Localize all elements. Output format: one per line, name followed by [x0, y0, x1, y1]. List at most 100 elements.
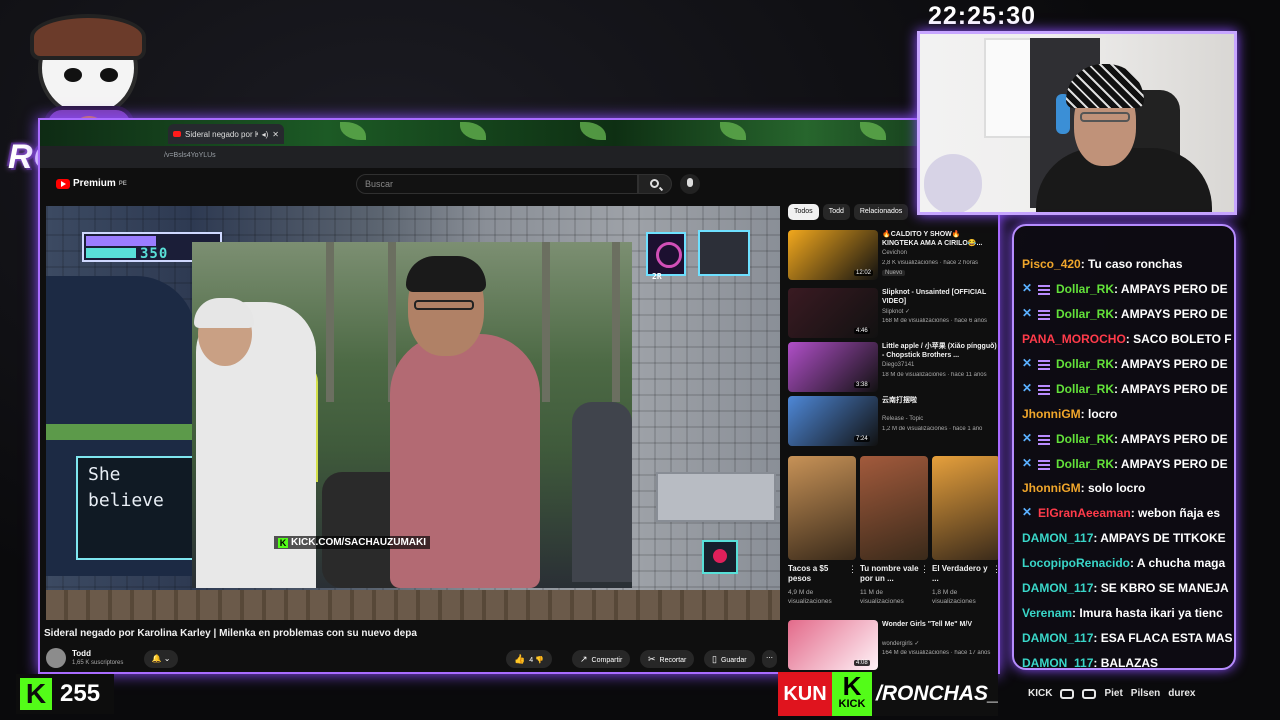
browser-tab[interactable]: Sideral negado por Karolina ◂) ✕	[168, 124, 284, 144]
channel-avatar[interactable]	[46, 648, 66, 668]
chat-username[interactable]: PANA_MOROCHO	[1022, 332, 1126, 346]
short-item[interactable]: Tu nombre vale por un ... ⋮ 11 M de visual…	[860, 456, 930, 612]
notification-bell-button[interactable]: 🔔 ⌄	[144, 650, 178, 668]
share-button[interactable]: ↗ Compartir	[572, 650, 631, 668]
youtube-logo[interactable]: Premium PE	[56, 178, 127, 189]
short-item[interactable]: El Verdadero y ... ⋮ 1,8 M de visualizacio…	[932, 456, 998, 612]
chat-message: JhonniGM: locro	[1022, 401, 1232, 426]
leaf-decoration	[460, 122, 486, 140]
short-thumbnail[interactable]	[932, 456, 998, 560]
youtube-favicon-icon	[173, 131, 181, 137]
like-count: 4	[529, 657, 534, 664]
chat-username[interactable]: JhonniGM	[1022, 407, 1081, 421]
save-button[interactable]: ▯ Guardar	[704, 650, 755, 668]
video-player[interactable]: 350 2R She believе our	[46, 206, 780, 620]
share-icon: ↗	[580, 654, 588, 664]
chat-username[interactable]: DAMON_117	[1022, 581, 1093, 595]
game-ability-icon	[646, 232, 686, 276]
recommendation-title: 云南打摆啦	[882, 397, 917, 404]
subscriber-badge-icon	[1038, 283, 1050, 296]
recommendation-item[interactable]: 3:38 Little apple / 小苹果 (Xiǎo píngguǒ) - …	[788, 342, 998, 396]
short-item[interactable]: Tacos a $5 pesos ⋮ 4,9 M de visualizacione…	[788, 456, 858, 612]
chat-username[interactable]: Dollar_RK	[1056, 307, 1114, 321]
chat-text: : AMPAYS PERO DE	[1114, 282, 1228, 297]
channel-name[interactable]: Todd	[72, 649, 91, 658]
search-input[interactable]: Buscar	[356, 174, 638, 194]
person-pink-hoodie	[390, 334, 540, 588]
recommendation-item[interactable]: 12:02 🔥CALDITO Y SHOW🔥 KINGTEKA AMA A CIR…	[788, 230, 998, 284]
clip-button[interactable]: ✂ Recortar	[640, 650, 695, 668]
chat-username[interactable]: DAMON_117	[1022, 531, 1093, 545]
kick-logo-icon: K	[278, 537, 288, 548]
short-title: Tu nombre vale por un ...	[860, 564, 919, 583]
moderator-badge-icon	[1022, 431, 1034, 445]
subscriber-badge-icon	[1038, 457, 1050, 470]
tab-title: Sideral negado por Karolina	[185, 129, 258, 139]
chip-todos[interactable]: Todos	[788, 204, 819, 220]
chat-text: : AMPAYS PERO DE	[1114, 456, 1228, 471]
chat-message: Dollar_RK: AMPAYS PERO DE	[1022, 451, 1232, 476]
recommendation-title: Little apple / 小苹果 (Xiǎo píngguǒ) - Chop…	[882, 343, 997, 359]
close-tab-icon[interactable]: ✕	[272, 130, 279, 139]
chat-message: Dollar_RK: AMPAYS PERO DE	[1022, 426, 1232, 451]
chat-username[interactable]: DAMON_117	[1022, 631, 1093, 645]
short-thumbnail[interactable]	[788, 456, 856, 560]
chat-username[interactable]: Verenam	[1022, 606, 1072, 620]
subscriber-badge-icon	[1038, 432, 1050, 445]
game-dialog-text: She believе our	[88, 464, 164, 511]
more-options-icon[interactable]: ⋮	[848, 564, 857, 575]
chat-message: LocopipoRenacido: A chucha maga	[1022, 551, 1232, 576]
subscriber-badge-icon	[1038, 308, 1050, 321]
more-actions-button[interactable]: ⋯	[762, 650, 777, 668]
chat-messages: Pisco_420: Tu caso ronchasDollar_RK: AMP…	[1022, 252, 1232, 668]
recommendation-channel: wondergirls ✓	[882, 641, 920, 647]
more-options-icon[interactable]: ⋮	[920, 564, 929, 575]
chat-username[interactable]: DAMON_117	[1022, 656, 1093, 668]
more-options-icon[interactable]: ⋮	[992, 564, 998, 575]
search-icon	[650, 179, 659, 188]
recommendation-title: Wonder Girls "Tell Me" M/V	[882, 621, 973, 628]
banner-kick-text: KICK	[838, 698, 866, 710]
recommendation-item[interactable]: 4:08 Wonder Girls "Tell Me" M/V wondergi…	[788, 620, 998, 672]
chat-username[interactable]: Pisco_420	[1022, 257, 1081, 271]
recommendation-title: Slipknot - Unsainted [OFFICIAL VIDEO]	[882, 289, 987, 305]
chat-text: : Imura hasta ikari ya tienc	[1072, 605, 1223, 620]
like-button[interactable]: 👍 4 👎	[506, 650, 552, 668]
banner-handle: /RONCHAS_	[872, 672, 998, 716]
duration-badge: 4:08	[854, 660, 870, 666]
chat-message: Dollar_RK: AMPAYS PERO DE	[1022, 302, 1232, 327]
short-views: 11 M de visualizaciones	[860, 589, 904, 605]
address-bar[interactable]: /v=Bsls4YoYLUs	[40, 146, 998, 168]
chat-username[interactable]: Dollar_RK	[1056, 357, 1114, 371]
recommendation-item[interactable]: 4:46 Slipknot - Unsainted [OFFICIAL VIDEO…	[788, 288, 998, 342]
audio-icon[interactable]: ◂)	[262, 130, 269, 139]
recommendation-meta: 168 M de visualizaciones · hace 6 años	[882, 318, 988, 324]
person-background	[572, 402, 632, 582]
thumbs-down-icon[interactable]: 👎	[535, 657, 544, 664]
chat-text: : AMPAYS PERO DE	[1114, 381, 1228, 396]
short-thumbnail[interactable]	[860, 456, 928, 560]
sponsor-logos: KICK Piet Pilsen durex	[1028, 688, 1248, 699]
voice-search-button[interactable]	[680, 174, 700, 194]
chat-username[interactable]: Dollar_RK	[1056, 432, 1114, 446]
chat-text: : AMPAYS DE TITKOKE	[1093, 531, 1226, 546]
chat-message: Dollar_RK: AMPAYS PERO DE	[1022, 277, 1232, 302]
chat-username[interactable]: Dollar_RK	[1056, 457, 1114, 471]
chat-username[interactable]: Dollar_RK	[1056, 382, 1114, 396]
new-badge: Nuevo	[882, 270, 906, 276]
chat-username[interactable]: LocopipoRenacido	[1022, 556, 1130, 570]
chat-message: Dollar_RK: AMPAYS PERO DE	[1022, 376, 1232, 401]
chat-username[interactable]: ElGranAeeaman	[1038, 506, 1131, 520]
search-button[interactable]	[638, 174, 672, 194]
social-banner: KUN K KICK /RONCHAS_	[778, 672, 998, 718]
recommendation-item[interactable]: 7:24 云南打摆啦 Release - Topic 1,2 M de visuali…	[788, 396, 998, 450]
chat-username[interactable]: JhonniGM	[1022, 481, 1081, 495]
chat-text: : SACO BOLETO F	[1125, 332, 1232, 347]
chat-message: DAMON_117: AMPAYS DE TITKOKE	[1022, 526, 1232, 551]
recommendation-channel: Slipknot ✓	[882, 309, 911, 315]
chat-text: : ESA FLACA ESTA MAS	[1093, 630, 1232, 645]
microphone-icon	[687, 178, 693, 187]
chip-relacionados[interactable]: Relacionados	[853, 204, 909, 220]
chip-todd[interactable]: Todd	[822, 204, 850, 220]
chat-username[interactable]: Dollar_RK	[1056, 282, 1114, 296]
